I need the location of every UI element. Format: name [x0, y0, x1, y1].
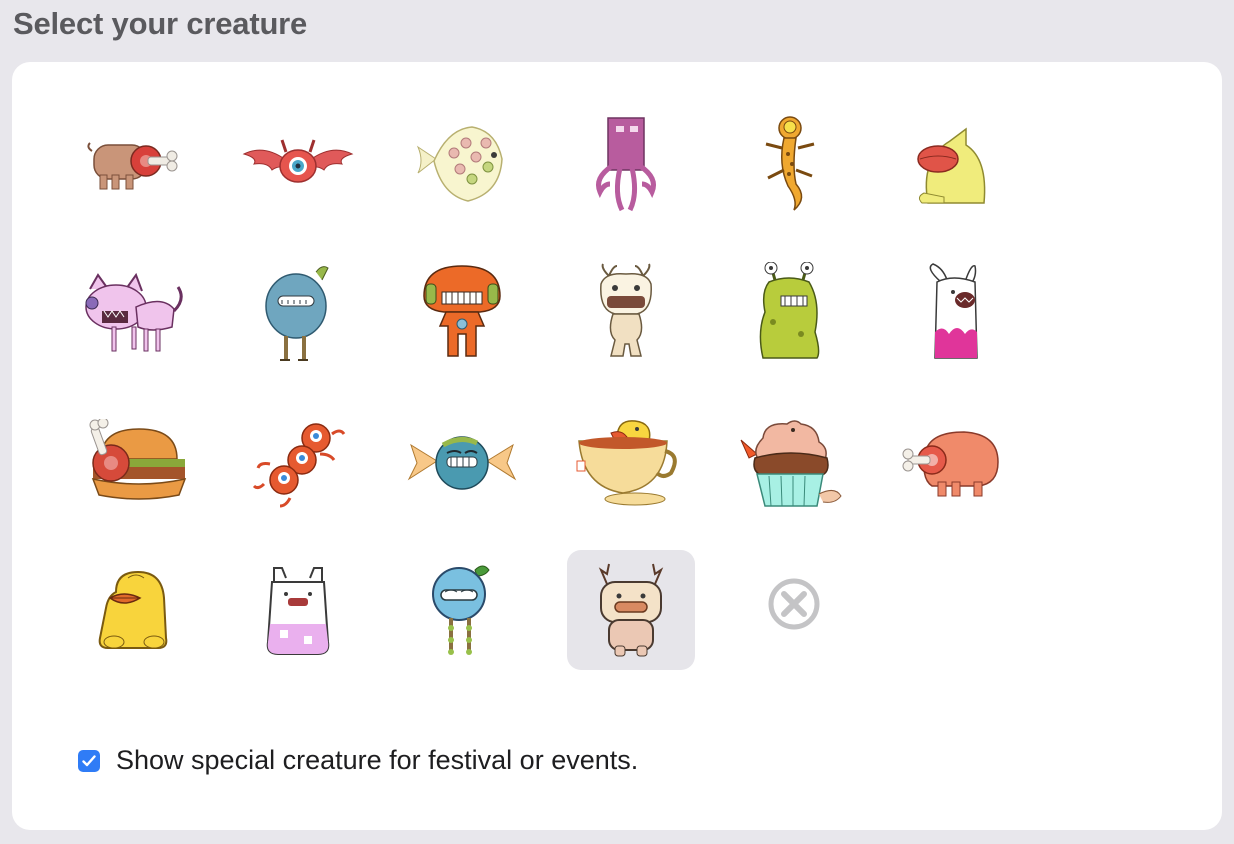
green-slug-icon — [759, 262, 820, 359]
creature-winged-eyeball[interactable] — [234, 104, 362, 224]
creature-blue-bird-legs[interactable] — [234, 252, 362, 372]
creature-green-slug[interactable] — [726, 252, 854, 372]
ham-pig-icon — [902, 431, 999, 497]
orange-gecko-icon — [765, 116, 815, 211]
special-creature-option[interactable]: Show special creature for festival or ev… — [78, 745, 638, 776]
special-creature-checkbox[interactable] — [78, 749, 100, 772]
creature-pixel-blue-bird[interactable] — [398, 550, 526, 670]
pixel-blue-bird-icon — [432, 565, 490, 655]
antlered-doll-icon — [600, 263, 652, 357]
creature-pixel-yellow-duck[interactable] — [70, 550, 198, 670]
checkmark-icon — [82, 754, 96, 766]
pink-octopus-icon — [596, 117, 656, 212]
creature-teacup-duck[interactable] — [562, 402, 690, 522]
winged-eyeball-icon — [242, 139, 354, 183]
cupcake-icon — [740, 420, 842, 507]
creature-panel: Show special creature for festival or ev… — [12, 62, 1222, 830]
creature-pink-cat[interactable] — [70, 252, 198, 372]
spotted-fish-icon — [416, 126, 503, 202]
creature-yellow-duck-blob[interactable] — [890, 104, 1018, 224]
creature-pink-octopus[interactable] — [562, 104, 690, 224]
creature-hamburger[interactable] — [70, 402, 198, 522]
meat-pig-icon — [87, 142, 178, 190]
page-title: Select your creature — [13, 6, 308, 41]
pixel-pink-rabbit-icon — [266, 567, 330, 655]
creature-meat-pig[interactable] — [70, 104, 198, 224]
creature-cupcake[interactable] — [726, 402, 854, 522]
x-circle-icon — [768, 578, 820, 630]
creature-ham-pig[interactable] — [890, 402, 1018, 522]
pixel-antler-creature-icon — [598, 563, 664, 657]
creature-grid — [12, 62, 1222, 830]
creature-pixel-antler-creature[interactable] — [567, 550, 695, 670]
teacup-duck-icon — [576, 420, 677, 506]
special-creature-label: Show special creature for festival or ev… — [116, 745, 639, 775]
pixel-yellow-duck-icon — [98, 570, 168, 649]
blue-bird-legs-icon — [265, 266, 329, 361]
creature-red-eye-cluster[interactable] — [234, 402, 362, 522]
creature-wrapped-candy[interactable] — [398, 402, 526, 522]
creature-settings-page: Select your creature Show special creatu… — [0, 0, 1234, 844]
pink-rabbit-drip-icon — [929, 263, 978, 359]
creature-orange-mushroom[interactable] — [398, 252, 526, 372]
creature-spotted-fish[interactable] — [398, 104, 526, 224]
orange-mushroom-icon — [423, 265, 501, 357]
creature-pink-rabbit-drip[interactable] — [890, 252, 1018, 372]
creature-antlered-doll[interactable] — [562, 252, 690, 372]
creature-orange-gecko[interactable] — [726, 104, 854, 224]
creature-none[interactable] — [730, 544, 858, 664]
red-eye-cluster-icon — [252, 423, 346, 508]
hamburger-icon — [89, 419, 187, 500]
wrapped-candy-icon — [407, 436, 517, 490]
creature-pixel-pink-rabbit[interactable] — [234, 550, 362, 670]
pink-cat-icon — [85, 272, 183, 352]
yellow-duck-blob-icon — [917, 127, 986, 204]
